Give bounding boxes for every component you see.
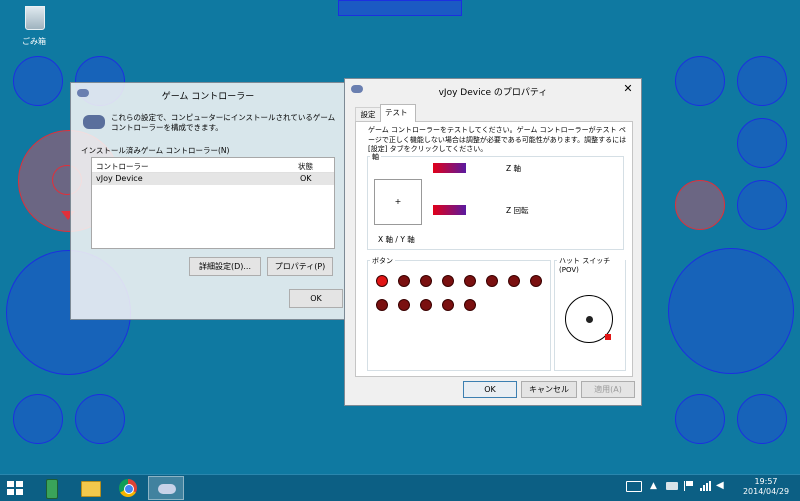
button-indicator-6 [486, 275, 498, 287]
pov-center-dot [586, 316, 593, 323]
column-header-status[interactable]: 状態 [298, 161, 313, 172]
z-axis-label: Z 軸 [506, 164, 522, 173]
overlay-button-right-6[interactable] [675, 394, 725, 444]
z-axis-bar [433, 163, 466, 173]
windows-logo-icon [7, 481, 23, 495]
button-indicator-8 [530, 275, 542, 287]
overlay-button-right-1[interactable] [675, 56, 725, 106]
taskbar-app-mobile[interactable] [34, 476, 70, 500]
mobile-device-icon [46, 479, 58, 499]
vjoy-properties-window: vJoy Device のプロパティ ✕ 設定 テスト ゲーム コントローラーを… [344, 78, 642, 406]
overlay-analog-right[interactable] [668, 248, 794, 374]
instructions-text: ゲーム コントローラーをテストしてください。ゲーム コントローラーがテスト ペー… [368, 126, 627, 153]
cancel-button[interactable]: キャンセル [521, 381, 577, 398]
button-indicator-3 [420, 275, 432, 287]
overlay-button-right-4[interactable] [675, 180, 725, 230]
button-indicator-11 [420, 299, 432, 311]
controllers-list[interactable]: コントローラー 状態 vJoy Device OK [91, 157, 335, 249]
description-text: これらの設定で、コンピューターにインストールされているゲーム コントローラーを構… [111, 113, 336, 132]
taskbar-app-explorer[interactable] [72, 476, 108, 500]
tray-volume-icon[interactable]: ◀ [716, 481, 728, 491]
button-indicator-1 [376, 275, 388, 287]
button-indicator-12 [442, 299, 454, 311]
tray-device-icon[interactable] [666, 482, 678, 490]
button-indicator-5 [464, 275, 476, 287]
close-icon: ✕ [623, 82, 633, 95]
recycle-bin[interactable]: ごみ箱 [16, 4, 52, 48]
xy-axis-box: + [374, 179, 422, 225]
clock-time: 19:57 [754, 477, 778, 486]
controller-name: vJoy Device [96, 174, 143, 183]
axes-group: 軸 + X 軸 / Y 軸 Z 軸 Z 回転 [367, 152, 624, 250]
title-bar[interactable]: vJoy Device のプロパティ ✕ [345, 79, 641, 103]
overlay-button-right-3[interactable] [737, 118, 787, 168]
overlay-button-right-2[interactable] [737, 56, 787, 106]
button-indicator-10 [398, 299, 410, 311]
advanced-settings-button[interactable]: 詳細設定(D)... [189, 257, 261, 276]
start-button[interactable] [4, 479, 26, 497]
taskbar-app-chrome[interactable] [110, 476, 146, 500]
button-indicator-13 [464, 299, 476, 311]
button-indicator-2 [398, 275, 410, 287]
tray-flag-icon[interactable] [684, 481, 693, 491]
apply-button[interactable]: 適用(A) [581, 381, 635, 398]
controller-status: OK [300, 174, 312, 183]
ok-button[interactable]: OK [463, 381, 517, 398]
buttons-group: ボタン [367, 256, 551, 371]
clock[interactable]: 19:57 2014/04/29 [736, 477, 796, 499]
overlay-button-left-1[interactable] [13, 56, 63, 106]
clock-date: 2014/04/29 [742, 487, 790, 496]
top-bar-overlay[interactable] [338, 0, 462, 16]
chrome-center-icon [124, 484, 134, 494]
column-header-controller[interactable]: コントローラー [96, 161, 149, 172]
overlay-button-right-5[interactable] [737, 180, 787, 230]
button-indicator-9 [376, 299, 388, 311]
z-rotation-bar [433, 205, 466, 215]
hat-switch-label: ハット スイッチ (POV) [557, 256, 625, 274]
gamepad-large-icon [83, 115, 105, 129]
tray-network-icon[interactable] [700, 481, 711, 491]
game-controllers-window: ゲーム コントローラー これらの設定で、コンピューターにインストールされているゲ… [70, 82, 346, 320]
tray-show-hidden-icon[interactable]: ▲ [650, 481, 660, 491]
recycle-bin-icon [25, 6, 45, 30]
buttons-group-label: ボタン [370, 256, 395, 266]
taskbar-app-game-controllers[interactable] [148, 476, 184, 500]
close-button[interactable]: ✕ [619, 81, 637, 97]
recycle-bin-label: ごみ箱 [22, 37, 46, 46]
gamepad-icon [158, 484, 176, 494]
overlay-button-left-4[interactable] [75, 394, 125, 444]
button-indicator-7 [508, 275, 520, 287]
window-title: vJoy Device のプロパティ [438, 88, 548, 98]
hat-switch-group: ハット スイッチ (POV) [554, 256, 626, 371]
properties-button[interactable]: プロパティ(P) [267, 257, 333, 276]
xy-crosshair: + [394, 197, 402, 206]
overlay-button-left-3[interactable] [13, 394, 63, 444]
tab-test[interactable]: テスト [380, 104, 416, 122]
xy-axis-label: X 軸 / Y 軸 [378, 235, 415, 244]
pov-indicator [605, 334, 611, 340]
table-row[interactable]: vJoy Device OK [92, 173, 334, 185]
button-indicator-4 [442, 275, 454, 287]
installed-controllers-label: インストール済みゲーム コントローラー(N) [81, 146, 230, 155]
overlay-button-right-7[interactable] [737, 394, 787, 444]
tray-keyboard-icon[interactable] [626, 481, 642, 492]
ok-button[interactable]: OK [289, 289, 343, 308]
title-bar[interactable]: ゲーム コントローラー [71, 83, 345, 107]
folder-icon [81, 481, 101, 497]
window-title: ゲーム コントローラー [161, 92, 255, 102]
axes-group-label: 軸 [370, 152, 381, 162]
z-rotation-label: Z 回転 [506, 206, 529, 215]
tab-settings[interactable]: 設定 [355, 107, 381, 122]
test-tab-panel: ゲーム コントローラーをテストしてください。ゲーム コントローラーがテスト ペー… [355, 121, 633, 377]
